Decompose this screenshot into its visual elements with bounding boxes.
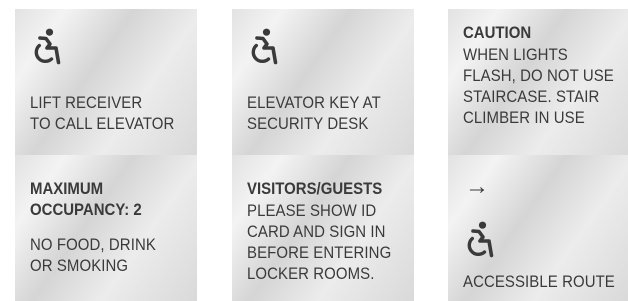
accessible-route-sign: → ACCESSIBLE ROUTE — [448, 155, 628, 301]
accessible-wheelchair-icon — [464, 221, 494, 259]
sign-text-line: NO FOOD, DRINK — [30, 235, 156, 254]
sign-text-line: TO CALL ELEVATOR — [30, 114, 175, 133]
accessible-wheelchair-icon — [31, 28, 61, 66]
sign-text-line: LIFT RECEIVER — [30, 93, 143, 112]
sign-text-line: SECURITY DESK — [247, 114, 369, 133]
arrow-right-icon: → — [465, 173, 489, 200]
sign-text-line: WHEN LIGHTS — [463, 45, 568, 64]
sign-text-line: CARD AND SIGN IN — [247, 222, 386, 241]
sign-text-line: STAIRCASE. STAIR — [463, 87, 600, 106]
sign-heading: CAUTION — [463, 23, 532, 42]
sign-text-line: BEFORE ENTERING — [247, 243, 392, 262]
sign-text: PLEASE SHOW ID CARD AND SIGN IN BEFORE E… — [247, 200, 391, 284]
maximum-occupancy-sign: MAXIMUM OCCUPANCY: 2 NO FOOD, DRINK OR S… — [15, 155, 197, 301]
sign-heading: MAXIMUM OCCUPANCY: 2 — [30, 178, 142, 220]
sign-text: ACCESSIBLE ROUTE — [463, 271, 615, 292]
sign-text-line: ACCESSIBLE ROUTE — [463, 272, 615, 291]
lift-receiver-sign: LIFT RECEIVER TO CALL ELEVATOR — [15, 9, 197, 155]
sign-heading-line: OCCUPANCY: 2 — [30, 200, 142, 219]
accessible-wheelchair-icon — [248, 28, 278, 66]
sign-text-line: PLEASE SHOW ID — [247, 201, 377, 220]
sign-text: WHEN LIGHTS FLASH, DO NOT USE STAIRCASE.… — [463, 44, 614, 128]
sign-text-line: OR SMOKING — [30, 256, 129, 275]
sign-text: NO FOOD, DRINK OR SMOKING — [30, 234, 156, 276]
visitors-guests-sign: VISITORS/GUESTS PLEASE SHOW ID CARD AND … — [232, 155, 414, 301]
sign-text-line: LOCKER ROOMS. — [247, 264, 375, 283]
sign-text: LIFT RECEIVER TO CALL ELEVATOR — [30, 92, 174, 134]
sign-text-line: CLIMBER IN USE — [463, 108, 585, 127]
sign-text-line: ELEVATOR KEY AT — [247, 93, 381, 112]
sign-heading-line: MAXIMUM — [30, 179, 104, 198]
elevator-key-sign: ELEVATOR KEY AT SECURITY DESK — [232, 9, 414, 155]
sign-text: ELEVATOR KEY AT SECURITY DESK — [247, 92, 381, 134]
sign-heading: VISITORS/GUESTS — [247, 179, 383, 198]
sign-text-line: FLASH, DO NOT USE — [463, 66, 614, 85]
caution-sign: CAUTION WHEN LIGHTS FLASH, DO NOT USE ST… — [448, 9, 628, 155]
